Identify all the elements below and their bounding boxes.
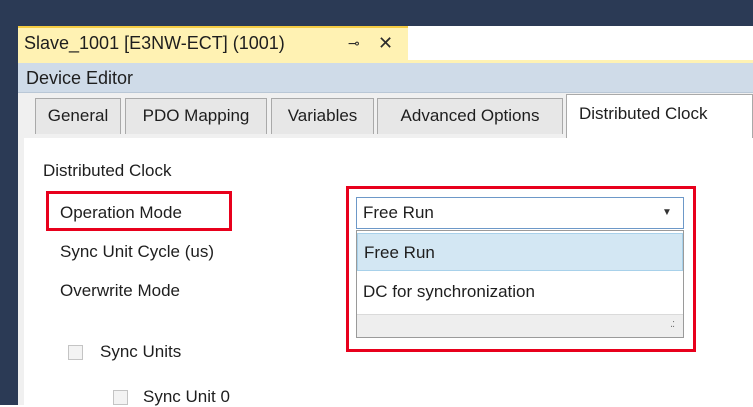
sync-unit-0-checkbox[interactable]: [113, 390, 128, 405]
sync-unit-cycle-label: Sync Unit Cycle (us): [60, 242, 214, 261]
top-frame: [18, 0, 753, 26]
dropdown-resize-bar[interactable]: [357, 314, 683, 337]
option-dc-sync[interactable]: DC for synchronization: [357, 273, 683, 311]
editor-title: Device Editor: [26, 68, 134, 88]
tab-general[interactable]: General: [35, 98, 121, 134]
operation-mode-highlight: [46, 191, 232, 231]
tab-advanced-options[interactable]: Advanced Options: [377, 98, 563, 134]
section-title: Distributed Clock: [43, 161, 172, 180]
sync-unit-0-label: Sync Unit 0: [143, 387, 230, 406]
tab-variables[interactable]: Variables: [271, 98, 374, 134]
operation-mode-value: Free Run: [363, 203, 434, 222]
sync-units-checkbox[interactable]: [68, 345, 83, 360]
document-tab-title: Slave_1001 [E3NW-ECT] (1001): [24, 33, 285, 53]
overwrite-mode-label: Overwrite Mode: [60, 281, 180, 300]
close-icon[interactable]: ✕: [378, 26, 393, 60]
sync-units-label: Sync Units: [100, 342, 182, 361]
chevron-down-icon[interactable]: ▼: [662, 197, 672, 229]
tab-pdo-mapping[interactable]: PDO Mapping: [125, 98, 267, 134]
tab-distributed-clock[interactable]: Distributed Clock: [566, 94, 753, 138]
option-free-run[interactable]: Free Run: [357, 233, 683, 271]
left-frame: [0, 0, 18, 405]
resize-grip-icon[interactable]: .:: [670, 318, 675, 330]
pin-icon[interactable]: ⊸: [348, 26, 360, 60]
